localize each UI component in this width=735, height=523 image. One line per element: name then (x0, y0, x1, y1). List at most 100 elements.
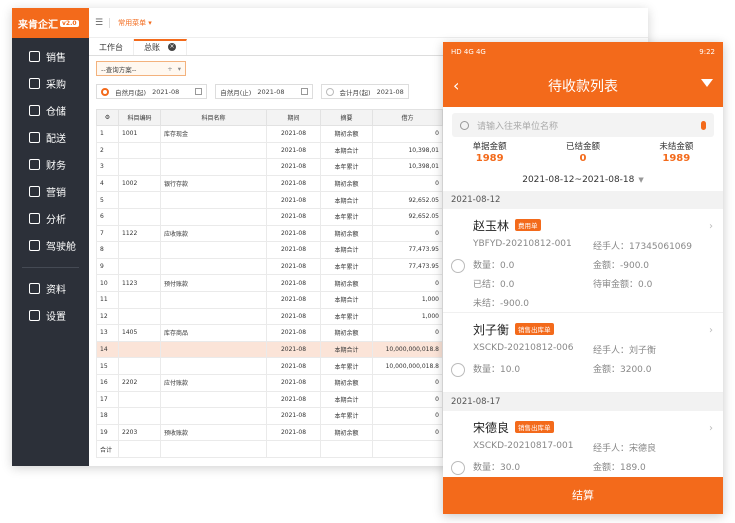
calendar-icon[interactable] (195, 88, 203, 95)
table-row[interactable]: 8 2021-08 本期合计 77,473.95 (96, 241, 443, 259)
doc-code: XSCKD-20210817-001 (473, 441, 574, 451)
table-cell: 本期合计 (320, 340, 373, 359)
table-row[interactable]: 1 1001 库存现金 2021-08 期初余额 0 (96, 125, 443, 143)
table-row[interactable]: 2 2021-08 本期合计 10,398,01 (96, 141, 443, 160)
natural-month-start[interactable]: 自然月(起) 2021-08 (96, 84, 208, 99)
receivable-card[interactable]: › 赵玉林 费用单 YBFYD-20210812-001 经手人：17345061… (443, 209, 723, 313)
table-cell: 本期合计 (320, 390, 373, 409)
tab-ledger[interactable]: 总账 × (134, 39, 187, 55)
radio-selected[interactable] (101, 87, 109, 96)
sidebar-item-finance[interactable]: 财务 (12, 151, 89, 178)
sidebar-item-analysis[interactable]: 分析 (12, 205, 89, 232)
table-cell: 1001 (118, 125, 161, 143)
settle-button[interactable]: 结算 (443, 477, 723, 514)
select-radio[interactable] (451, 363, 465, 377)
radio-unselected[interactable] (325, 87, 334, 96)
table-cell (160, 257, 267, 276)
status-bar: HD 4G 4G 9:22 (443, 42, 723, 62)
table-cell: 15 (96, 357, 119, 375)
table-row[interactable]: 6 2021-08 本年累计 92,652.05 (96, 207, 443, 226)
table-cell (160, 440, 267, 458)
table-row[interactable]: 17 2021-08 本期合计 0 (96, 390, 443, 409)
search-placeholder: 请输入往来单位名称 (477, 121, 559, 132)
sidebar-item-settings[interactable]: 设置 (12, 302, 89, 329)
table-row[interactable]: 10 1123 预付账款 2021-08 期初余额 0 (96, 274, 443, 292)
table-cell: 2021-08 (266, 141, 321, 160)
table-cell: 期初余额 (320, 423, 373, 442)
common-menu-label: 常用菜单 (118, 18, 147, 27)
date-value: 2021-08 (376, 87, 404, 96)
select-radio[interactable] (451, 259, 465, 273)
table-row[interactable]: 14 2021-08 本期合计 10,000,000,018.8 (96, 340, 443, 359)
table-row[interactable]: 5 2021-08 本期合计 92,652.05 (96, 191, 443, 209)
amount: 金额：189.0 (593, 463, 646, 473)
table-row[interactable]: 7 1122 应收账款 2021-08 期初余额 0 (96, 224, 443, 243)
handler: 经手人：刘子衡 (593, 346, 657, 356)
mobile-header: HD 4G 4G 9:22 ‹ 待收款列表 (443, 42, 723, 107)
select-radio[interactable] (451, 461, 465, 475)
sidebar-item-delivery[interactable]: 配送 (12, 124, 89, 151)
table-cell (266, 440, 321, 458)
sidebar-item-label: 配送 (46, 134, 66, 145)
table-row[interactable]: 12 2021-08 本年累计 1,000 (96, 307, 443, 326)
natural-month-end[interactable]: 自然月(止) 2021-08 (215, 84, 313, 99)
table-cell: 1123 (118, 274, 161, 292)
dashboard-icon (29, 240, 40, 251)
table-cell: 14 (96, 340, 119, 359)
table-cell (372, 440, 443, 458)
table-row[interactable]: 19 2203 预收账款 2021-08 期初余额 0 (96, 423, 443, 442)
query-scheme-select[interactable]: --查询方案-- + ▾ (96, 61, 186, 76)
divider (109, 17, 111, 28)
sidebar-item-purchase[interactable]: 采购 (12, 70, 89, 97)
tab-workbench[interactable]: 工作台 (89, 39, 134, 55)
warehouse-icon (29, 105, 40, 116)
summary-value: 1989 (475, 153, 504, 164)
sidebar-item-warehouse[interactable]: 仓储 (12, 97, 89, 124)
table-row[interactable]: 18 2021-08 本年累计 0 (96, 407, 443, 425)
table-row[interactable]: 3 2021-08 本年累计 10,398,01 (96, 158, 443, 176)
quantity: 数量：10.0 (473, 365, 521, 375)
table-cell (160, 307, 267, 326)
chevron-right-icon: › (709, 221, 713, 232)
table-row[interactable]: 9 2021-08 本年累计 77,473.95 (96, 257, 443, 276)
table-cell: 本年累计 (320, 257, 373, 276)
finance-icon (29, 159, 40, 170)
chevron-down-icon[interactable]: ▾ (178, 65, 181, 73)
settings-icon[interactable]: ⚙ (96, 109, 119, 126)
sidebar-item-marketing[interactable]: 营销 (12, 178, 89, 205)
table-row[interactable]: 13 1405 库存商品 2021-08 期初余额 0 (96, 324, 443, 342)
column-header: 摘要 (320, 109, 373, 126)
table-cell: 期初余额 (320, 174, 373, 193)
accounting-month-start[interactable]: 会计月(起) 2021-08 (320, 84, 409, 99)
table-cell: 3 (96, 158, 119, 176)
table-cell: 2021-08 (266, 324, 321, 342)
sidebar-item-data[interactable]: 资料 (12, 275, 89, 302)
table-row[interactable]: 15 2021-08 本年累计 10,000,000,018.8 (96, 357, 443, 375)
table-cell (160, 241, 267, 259)
table-row[interactable]: 11 2021-08 本期合计 1,000 (96, 290, 443, 309)
date-range-picker[interactable]: 2021-08-12~2021-08-18 ▼ (443, 175, 723, 185)
table-cell: 2021-08 (266, 241, 321, 259)
sidebar-item-sales[interactable]: 销售 (12, 43, 89, 70)
calendar-icon[interactable] (300, 88, 308, 95)
filter-icon[interactable] (701, 79, 713, 87)
table-cell (160, 191, 267, 209)
total-row: 合计 (96, 440, 443, 458)
receivable-card[interactable]: › 刘子衡 销售出库单 XSCKD-20210812-006 经手人：刘子衡 数量… (443, 313, 723, 393)
table-cell (160, 207, 267, 226)
sidebar-item-cockpit[interactable]: 驾驶舱 (12, 232, 89, 259)
table-cell: 10,000,000,018.8 (372, 357, 443, 375)
table-row[interactable]: 16 2202 应付账款 2021-08 期初余额 0 (96, 373, 443, 392)
add-scheme-icon[interactable]: + (167, 65, 172, 73)
search-input[interactable]: 请输入往来单位名称 (452, 113, 714, 137)
doc-type-tag: 费用单 (515, 219, 541, 231)
table-row[interactable]: 4 1002 银行存款 2021-08 期初余额 0 (96, 174, 443, 193)
menu-toggle-icon[interactable]: ☰ (95, 18, 103, 28)
sidebar-item-label: 驾驶舱 (46, 242, 76, 253)
microphone-icon[interactable] (701, 120, 706, 130)
table-cell: 77,473.95 (372, 257, 443, 276)
close-icon[interactable]: × (168, 43, 176, 51)
common-menu-dropdown[interactable]: 常用菜单 ▾ (118, 18, 152, 28)
table-cell: 2021-08 (266, 307, 321, 326)
table-cell: 本年累计 (320, 357, 373, 375)
